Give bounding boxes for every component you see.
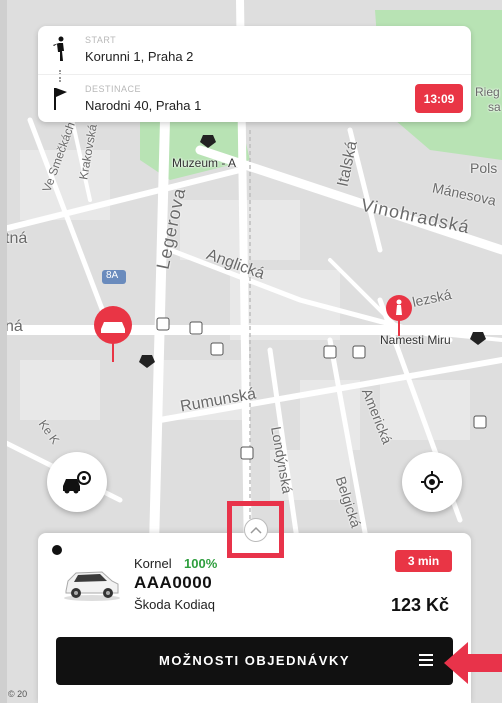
- crosshair-icon: [421, 471, 443, 493]
- hamburger-icon: [419, 654, 433, 666]
- my-location-button[interactable]: [402, 452, 462, 512]
- eta-badge: 13:09: [415, 84, 463, 113]
- nearby-car-button[interactable]: [47, 452, 107, 512]
- street-label: Rieg: [475, 85, 500, 99]
- status-dot: [52, 545, 62, 555]
- order-options-label: MOŽNOSTI OBJEDNÁVKY: [158, 653, 350, 668]
- driver-name: Kornel: [134, 556, 172, 571]
- order-options-button[interactable]: MOŽNOSTI OBJEDNÁVKY: [56, 637, 453, 685]
- poi-label: Namesti Miru: [380, 333, 451, 347]
- start-address: Korunni 1, Praha 2: [85, 49, 194, 64]
- route-card[interactable]: START Korunni 1, Praha 2 DESTINACE Narod…: [38, 26, 471, 122]
- route-number-badge: 8A: [106, 270, 119, 281]
- ride-price: 123 Kč: [390, 595, 449, 615]
- street-label: sa: [488, 100, 501, 114]
- destination-row[interactable]: DESTINACE Narodni 40, Praha 1 13:09: [38, 74, 471, 123]
- driver-rating: 100%: [184, 556, 218, 571]
- walking-person-icon: [53, 36, 64, 61]
- expand-panel-handle[interactable]: [227, 501, 284, 558]
- poi-label: Muzeum - A: [172, 156, 237, 170]
- car-image: [64, 571, 120, 601]
- flag-icon: [54, 88, 67, 110]
- start-row[interactable]: START Korunni 1, Praha 2: [38, 26, 471, 74]
- street-label: tná: [5, 230, 28, 247]
- destination-address: Narodni 40, Praha 1: [85, 98, 202, 113]
- destination-caption: DESTINACE: [85, 84, 142, 94]
- map-copyright: © 20: [8, 689, 28, 699]
- start-caption: START: [85, 35, 117, 45]
- car-model: Škoda Kodiaq: [134, 597, 215, 612]
- car-locate-icon: [63, 471, 91, 494]
- license-plate: AAA0000: [134, 573, 213, 592]
- app-screen: Vinohradská Legerova Anglická Italská Má…: [0, 0, 502, 703]
- pointer-arrow-icon: [444, 642, 502, 684]
- arrival-time-badge: 3 min: [395, 550, 452, 572]
- chevron-up-icon: [243, 517, 268, 542]
- screen-edge: [0, 0, 7, 703]
- street-label: ná: [5, 318, 23, 335]
- street-label: Pols: [470, 160, 498, 176]
- ride-panel: Kornel 100% AAA0000 Škoda Kodiaq 3 min 1…: [38, 533, 471, 703]
